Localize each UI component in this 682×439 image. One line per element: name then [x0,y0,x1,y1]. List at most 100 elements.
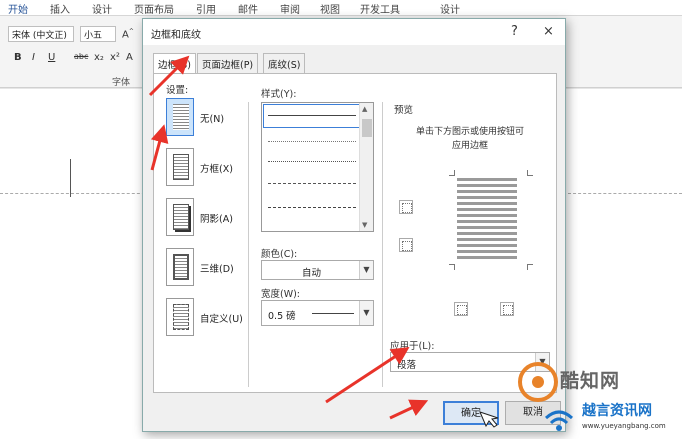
close-button[interactable]: × [543,24,554,39]
preview-text-line [457,196,517,199]
preview-text-line [457,208,517,211]
preview-text-line [457,244,517,247]
setting-none-label: 无(N) [200,114,225,125]
line-style-dash-dot[interactable] [268,207,356,208]
width-label: 宽度(W): [261,289,301,300]
tab-insert[interactable]: 插入 [50,1,70,16]
tab-borders[interactable]: 边框(B) [153,53,196,74]
line-style-list[interactable]: ▲ ▼ [261,102,374,232]
scroll-thumb[interactable] [362,119,372,137]
preview-text-line [457,214,517,217]
chevron-down-icon[interactable]: ▼ [359,261,373,279]
style-label: 样式(Y): [261,89,297,100]
table-gridline [0,193,150,194]
italic-button[interactable]: I [32,52,35,63]
setting-custom[interactable]: 自定义(U) [166,298,244,338]
style-selection-highlight [263,104,360,128]
tab-mailings[interactable]: 邮件 [238,1,258,16]
top-border-toggle-icon[interactable] [399,200,413,214]
preview-text-line [457,256,517,259]
scroll-up-icon[interactable]: ▲ [362,105,367,113]
setting-3d[interactable]: 三维(D) [166,248,244,288]
superscript-button[interactable]: x² [110,52,120,63]
preview-text-line [457,178,517,181]
tab-design[interactable]: 设计 [92,1,112,16]
color-dropdown[interactable]: 自动 ▼ [261,260,374,280]
setting-box[interactable]: 方框(X) [166,148,244,188]
setting-3d-label: 三维(D) [200,264,234,275]
line-style-solid[interactable] [268,115,356,116]
line-style-fine-dash[interactable] [268,161,356,162]
chevron-down-icon[interactable]: ▼ [359,301,373,325]
ok-button[interactable]: 确定 [443,401,499,425]
tab-layout[interactable]: 页面布局 [134,1,174,16]
column-divider [248,102,249,387]
tab-shading[interactable]: 底纹(S) [263,53,306,73]
preview-description-2: 应用边框 [451,141,488,151]
grow-font-icon[interactable]: A^ [122,28,134,40]
right-border-toggle-icon[interactable] [500,302,514,316]
underline-button[interactable]: U [48,52,55,63]
line-style-dotted[interactable] [268,141,356,142]
style-list-scrollbar[interactable]: ▲ ▼ [359,103,373,231]
corner-mark [449,170,455,176]
help-button[interactable]: ? [511,24,518,39]
box-border-icon [166,148,194,186]
width-sample-line [312,313,354,314]
preview-text-line [457,250,517,253]
font-size-box[interactable]: 小五 [80,26,116,42]
tab-references[interactable]: 引用 [196,1,216,16]
tab-table-design[interactable]: 设计 [440,1,460,16]
no-border-icon [166,98,194,136]
watermark-text-2: 越言资讯网 [582,403,652,419]
site-watermark: 酷知网 越言资讯网 www.yueyangbang.com [512,356,680,438]
dialog-title: 边框和底纹 [151,30,201,41]
text-effects-button[interactable]: A [126,52,133,63]
width-value: 0.5 磅 [268,311,296,322]
preview-area: 预览 单击下方图示或使用按钮可 应用边框 [394,102,546,316]
tab-view[interactable]: 视图 [320,1,340,16]
dialog-title-bar[interactable]: 边框和底纹 ? × [143,19,565,45]
column-divider [382,102,383,387]
apply-to-value: 段落 [397,360,417,371]
tab-developer[interactable]: 开发工具 [360,1,400,16]
corner-mark [449,264,455,270]
tab-page-border[interactable]: 页面边框(P) [197,53,259,73]
setting-shadow[interactable]: 阴影(A) [166,198,244,238]
tab-review[interactable]: 审阅 [280,1,300,16]
font-group-label: 字体 [112,78,131,88]
preview-text-line [457,232,517,235]
watermark-wifi-icon [544,410,574,431]
width-dropdown[interactable]: 0.5 磅 ▼ [261,300,374,326]
ribbon-tab-bar: 开始 插入 设计 页面布局 引用 邮件 审阅 视图 开发工具 设计 [0,0,682,18]
custom-border-icon [166,298,194,336]
watermark-url: www.yueyangbang.com [582,422,666,430]
preview-text-line [457,202,517,205]
preview-description-1: 单击下方图示或使用按钮可 [415,127,524,137]
middle-border-toggle-icon[interactable] [399,238,413,252]
setting-custom-label: 自定义(U) [200,314,243,325]
subscript-button[interactable]: x₂ [94,52,104,63]
borders-tab-panel: 设置: 无(N) 方框(X) 阴影(A) 三维(D) 自定义(U) 样式(Y): [153,73,557,393]
font-name-box[interactable]: 宋体 (中文正) [8,26,74,42]
strikethrough-button[interactable]: abc [74,52,88,61]
watermark-text-1: 酷知网 [560,370,621,392]
setting-shadow-label: 阴影(A) [200,214,233,225]
shadow-border-icon [166,198,194,236]
setting-label: 设置: [166,85,189,96]
corner-mark [527,264,533,270]
preview-text-line [457,226,517,229]
preview-text-line [457,238,517,241]
left-border-toggle-icon[interactable] [454,302,468,316]
line-style-dashed[interactable] [268,183,356,184]
setting-box-label: 方框(X) [200,164,233,175]
scroll-down-icon[interactable]: ▼ [362,221,367,229]
corner-mark [527,170,533,176]
bold-button[interactable]: B [14,52,22,63]
setting-none[interactable]: 无(N) [166,98,244,138]
preview-text-line [457,220,517,223]
color-value: 自动 [302,268,322,279]
preview-text-line [457,184,517,187]
preview-diagram[interactable] [449,170,533,270]
apply-to-label: 应用于(L): [390,341,435,352]
